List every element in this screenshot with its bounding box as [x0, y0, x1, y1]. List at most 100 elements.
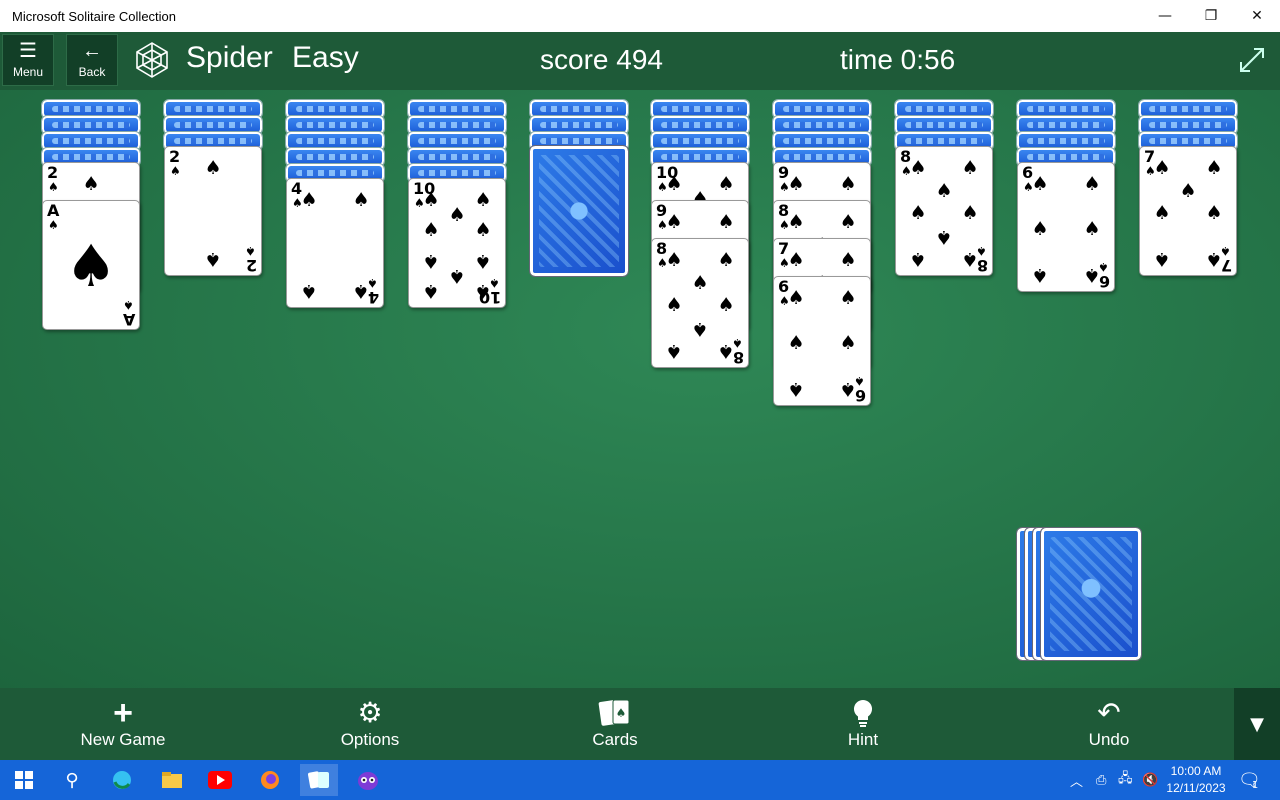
spade-icon: ♠: [474, 280, 492, 302]
tray-chevron-up-icon[interactable]: ︿: [1070, 760, 1083, 800]
tray-meet-icon[interactable]: ⎙: [1096, 760, 1106, 800]
minimize-button[interactable]: —: [1142, 0, 1188, 32]
spade-icon: ♠: [352, 189, 370, 211]
spade-icon: ♠: [691, 271, 709, 294]
window-titlebar: Microsoft Solitaire Collection — ❐ ✕: [0, 0, 1280, 32]
notification-count-badge: 1: [1251, 779, 1259, 791]
card-pips: ♠♠: [187, 157, 239, 271]
back-button[interactable]: ← Back: [66, 34, 118, 86]
playing-card-7-spades[interactable]: 7♠7♠♠♠♠♠♠♠♠: [1139, 146, 1237, 276]
stock-card[interactable]: [1040, 527, 1142, 661]
card-rank: 2: [169, 147, 181, 166]
playing-card-6-spades[interactable]: 6 ♠ 6 ♠ ♠ ♠ ♠ ♠ ♠ ♠: [773, 276, 871, 406]
menu-button[interactable]: ☰ Menu: [2, 34, 54, 86]
card-rank: A: [47, 201, 60, 220]
file-explorer-icon[interactable]: [156, 764, 188, 796]
spade-icon: ♠: [839, 378, 857, 400]
tray-volume-muted-icon[interactable]: 🔇: [1142, 760, 1158, 800]
close-button[interactable]: ✕: [1234, 0, 1280, 32]
spade-icon: ♠: [1205, 248, 1223, 270]
spade-icon: ♠: [65, 232, 117, 300]
cards-icon: ♠: [597, 696, 633, 730]
spade-icon: ♠: [961, 248, 979, 270]
spade-icon: ♠: [1205, 202, 1223, 224]
spade-icon: ♠: [1083, 173, 1101, 195]
spade-icon: ♠: [839, 287, 857, 309]
gear-icon: ⚙: [357, 697, 383, 728]
windows-taskbar: ⚲ ︿ ⎙ 🖧 🔇 10:00 AM 12/11/2023 🗨 1: [0, 760, 1280, 800]
windows-start-icon[interactable]: [8, 764, 40, 796]
options-button[interactable]: ⚙ Options: [300, 696, 440, 750]
spade-icon: ♠: [961, 157, 979, 179]
plus-icon: +: [113, 694, 133, 732]
spade-icon: ♠: [422, 250, 440, 273]
time-display: time 0:56: [840, 44, 956, 75]
spade-icon: ♠: [204, 157, 222, 179]
spade-icon: ♠: [448, 264, 466, 287]
spade-icon: ♠: [48, 218, 59, 232]
lightbulb-icon: [851, 696, 875, 730]
solitaire-taskbar-icon[interactable]: [300, 764, 338, 796]
playing-card-10-spades[interactable]: 10♠10♠♠♠♠♠♠♠♠♠♠♠: [408, 178, 506, 308]
spade-icon: ♠: [961, 202, 979, 224]
options-label: Options: [340, 730, 400, 749]
firefox-icon[interactable]: [254, 764, 286, 796]
spade-icon: ♠: [1083, 218, 1101, 240]
spade-icon: ♠: [1205, 157, 1223, 179]
spade-icon: ♠: [717, 340, 735, 362]
card-pips: ♠ ♠ ♠ ♠ ♠ ♠ ♠: [1153, 159, 1222, 271]
difficulty-label: Easy: [292, 41, 359, 74]
spade-icon: ♠: [1153, 157, 1171, 179]
spade-icon: ♠: [717, 294, 735, 316]
spade-icon: ♠: [123, 298, 134, 312]
svg-text:♠: ♠: [616, 706, 627, 720]
playing-card-A-spades[interactable]: A ♠ A ♠ ♠: [42, 200, 140, 330]
card-pips: ♠ ♠ ♠ ♠ ♠ ♠ ♠ ♠: [909, 159, 978, 271]
spade-icon: ♠: [839, 173, 857, 195]
face-down-card[interactable]: [529, 145, 629, 277]
cards-button[interactable]: ♠ Cards: [545, 696, 685, 750]
playing-card-4-spades[interactable]: 4 ♠ 4 ♠ ♠ ♠ ♠ ♠: [286, 178, 384, 308]
playing-card-8-spades[interactable]: 8♠8♠♠♠♠♠♠♠♠♠: [895, 146, 993, 276]
new-game-label: New Game: [80, 730, 166, 749]
card-rank: 2: [245, 256, 257, 275]
clock-date: 12/11/2023: [1166, 781, 1226, 795]
spade-icon: ♠: [1031, 264, 1049, 286]
app-owl-icon[interactable]: [352, 764, 384, 796]
search-icon[interactable]: ⚲: [56, 764, 88, 796]
fullscreen-icon[interactable]: [1236, 44, 1268, 76]
score-display: score 494: [540, 44, 663, 75]
spade-icon: ♠: [935, 179, 953, 202]
undo-button[interactable]: ↶ Undo: [1039, 696, 1179, 750]
spade-icon: ♠: [665, 249, 683, 271]
menu-label: Menu: [12, 65, 44, 79]
chevron-down-icon: ▼: [1250, 713, 1264, 735]
restore-button[interactable]: ❐: [1188, 0, 1234, 32]
window-title: Microsoft Solitaire Collection: [12, 8, 177, 24]
undo-label: Undo: [1088, 730, 1130, 749]
playing-card-8-spades[interactable]: 8♠8♠♠♠♠♠♠♠♠♠: [651, 238, 749, 368]
spade-icon: ♠: [1153, 248, 1171, 270]
hint-button[interactable]: Hint: [793, 696, 933, 750]
youtube-icon[interactable]: [204, 764, 236, 796]
taskbar-clock[interactable]: 10:00 AM 12/11/2023: [1160, 763, 1232, 797]
playing-card-2-spades[interactable]: 2♠2♠♠♠: [164, 146, 262, 276]
spade-icon: ♠: [665, 340, 683, 362]
playing-card-6-spades[interactable]: 6 ♠ 6 ♠ ♠ ♠ ♠ ♠ ♠ ♠: [1017, 162, 1115, 292]
undo-icon: ↶: [1097, 697, 1121, 728]
edge-browser-icon[interactable]: [106, 764, 138, 796]
spade-icon: ♠: [787, 287, 805, 309]
stock-pile[interactable]: [1016, 527, 1142, 661]
tray-network-icon[interactable]: 🖧: [1118, 760, 1133, 800]
spade-icon: ♠: [474, 250, 492, 273]
spade-icon: ♠: [717, 249, 735, 271]
spade-icon: ♠: [717, 173, 735, 195]
spade-icon: ♠: [352, 280, 370, 302]
spade-icon: ♠: [245, 244, 256, 258]
expand-toolbar-button[interactable]: ▼: [1234, 688, 1280, 760]
notification-center-icon[interactable]: 🗨 1: [1238, 760, 1261, 800]
hamburger-icon: ☰: [19, 40, 37, 62]
new-game-button[interactable]: + New Game: [53, 696, 193, 750]
card-rank: 2: [47, 163, 59, 182]
spade-icon: ♠: [935, 225, 953, 248]
